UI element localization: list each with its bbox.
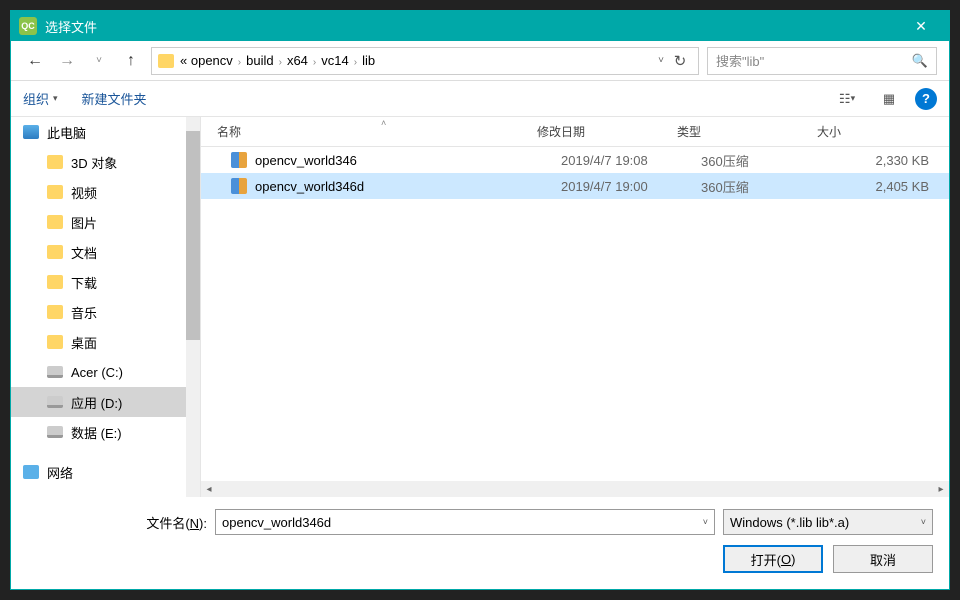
sidebar-this-pc[interactable]: 此电脑 [11, 117, 186, 147]
titlebar: QC 选择文件 ✕ [11, 11, 949, 41]
sidebar-item[interactable]: 应用 (D:) [11, 387, 186, 417]
file-row[interactable]: opencv_world3462019/4/7 19:08360压缩2,330 … [201, 147, 949, 173]
search-icon: 🔍 [912, 53, 928, 69]
chevron-right-icon: › [313, 57, 316, 68]
sidebar-item[interactable]: 文档 [11, 237, 186, 267]
sidebar-item[interactable]: 图片 [11, 207, 186, 237]
breadcrumb-segment[interactable]: opencv [191, 53, 233, 68]
sidebar: 此电脑 3D 对象视频图片文档下载音乐桌面Acer (C:)应用 (D:)数据 … [11, 117, 201, 497]
header-type[interactable]: 类型 [677, 123, 817, 140]
chevron-down-icon: ˅ [921, 517, 926, 527]
search-placeholder: 搜索"lib" [716, 51, 764, 70]
body: 此电脑 3D 对象视频图片文档下载音乐桌面Acer (C:)应用 (D:)数据 … [11, 117, 949, 497]
file-name: opencv_world346 [255, 153, 561, 168]
window-title: 选择文件 [45, 17, 901, 36]
file-type: 360压缩 [701, 151, 841, 170]
folder-icon [47, 155, 63, 169]
file-size: 2,405 KB [841, 179, 949, 194]
chevron-right-icon: › [279, 57, 282, 68]
header-name[interactable]: 名称 [217, 123, 537, 140]
preview-pane-button[interactable]: ▦ [873, 87, 905, 111]
drive-icon [47, 426, 63, 438]
header-size[interactable]: 大小 [817, 123, 949, 140]
refresh-button[interactable]: ↻ [668, 52, 692, 70]
help-button[interactable]: ? [915, 88, 937, 110]
file-row[interactable]: opencv_world346d2019/4/7 19:00360压缩2,405… [201, 173, 949, 199]
sidebar-network[interactable]: 网络 [11, 457, 186, 487]
footer: 文件名(N): opencv_world346d ˅ Windows (*.li… [11, 497, 949, 589]
folder-icon [47, 335, 63, 349]
drive-icon [47, 366, 63, 378]
cancel-button[interactable]: 取消 [833, 545, 933, 573]
file-date: 2019/4/7 19:00 [561, 179, 701, 194]
folder-icon [47, 305, 63, 319]
breadcrumb[interactable]: « opencv › build › x64 › vc14 › lib ˅ ↻ [151, 47, 699, 75]
sidebar-scrollbar[interactable] [186, 117, 200, 497]
filter-select[interactable]: Windows (*.lib lib*.a) ˅ [723, 509, 933, 535]
back-button[interactable]: ← [23, 49, 47, 73]
filename-dropdown-icon[interactable]: ˅ [703, 517, 708, 527]
horizontal-scrollbar[interactable]: ◂ ▸ [201, 481, 949, 497]
search-input[interactable]: 搜索"lib" 🔍 [707, 47, 937, 75]
chevron-right-icon: › [238, 57, 241, 68]
organize-menu[interactable]: 组织▾ [23, 89, 58, 108]
breadcrumb-dropdown[interactable]: ˅ [658, 55, 664, 66]
new-folder-button[interactable]: 新建文件夹 [82, 89, 147, 108]
folder-icon [47, 245, 63, 259]
open-button[interactable]: 打开(O) [723, 545, 823, 573]
breadcrumb-segment[interactable]: vc14 [321, 53, 348, 68]
column-headers: 名称 修改日期 类型 大小 [201, 117, 949, 147]
toolbar: 组织▾ 新建文件夹 ☷ ▾ ▦ ? [11, 81, 949, 117]
file-pane: ˄ 名称 修改日期 类型 大小 opencv_world3462019/4/7 … [201, 117, 949, 497]
file-icon [231, 152, 247, 168]
network-icon [23, 465, 39, 479]
folder-icon [47, 185, 63, 199]
sidebar-item[interactable]: 桌面 [11, 327, 186, 357]
sidebar-item[interactable]: 音乐 [11, 297, 186, 327]
header-date[interactable]: 修改日期 [537, 123, 677, 140]
filename-label: 文件名(N): [27, 513, 207, 532]
drive-icon [47, 396, 63, 408]
file-date: 2019/4/7 19:08 [561, 153, 701, 168]
file-name: opencv_world346d [255, 179, 561, 194]
file-dialog: QC 选择文件 ✕ ← → ˅ ↑ « opencv › build › x64 › vc1… [10, 10, 950, 590]
file-icon [231, 178, 247, 194]
breadcrumb-segment[interactable]: build [246, 53, 273, 68]
scroll-right[interactable]: ▸ [933, 484, 949, 495]
up-button[interactable]: ↑ [119, 49, 143, 73]
file-size: 2,330 KB [841, 153, 949, 168]
sidebar-item[interactable]: 数据 (E:) [11, 417, 186, 447]
folder-icon [158, 54, 174, 68]
chevron-right-icon: › [354, 57, 357, 68]
folder-icon [47, 215, 63, 229]
close-button[interactable]: ✕ [901, 11, 941, 41]
folder-icon [47, 275, 63, 289]
breadcrumb-segment[interactable]: x64 [287, 53, 308, 68]
forward-button[interactable]: → [55, 49, 79, 73]
sort-indicator: ˄ [381, 118, 386, 128]
sidebar-item[interactable]: 3D 对象 [11, 147, 186, 177]
file-list: opencv_world3462019/4/7 19:08360压缩2,330 … [201, 147, 949, 481]
file-type: 360压缩 [701, 177, 841, 196]
pc-icon [23, 125, 39, 139]
recent-dropdown[interactable]: ˅ [87, 49, 111, 73]
app-icon: QC [19, 17, 37, 35]
navbar: ← → ˅ ↑ « opencv›build›x64›vc14›lib ˅ ↻ … [11, 41, 949, 81]
view-mode-button[interactable]: ☷ ▾ [831, 87, 863, 111]
scroll-left[interactable]: ◂ [201, 484, 217, 495]
filename-input[interactable]: opencv_world346d ˅ [215, 509, 715, 535]
sidebar-item[interactable]: 下载 [11, 267, 186, 297]
sidebar-item[interactable]: 视频 [11, 177, 186, 207]
breadcrumb-prefix: « [180, 53, 187, 68]
sidebar-item[interactable]: Acer (C:) [11, 357, 186, 387]
breadcrumb-segment[interactable]: lib [362, 53, 375, 68]
scroll-thumb[interactable] [186, 131, 200, 340]
